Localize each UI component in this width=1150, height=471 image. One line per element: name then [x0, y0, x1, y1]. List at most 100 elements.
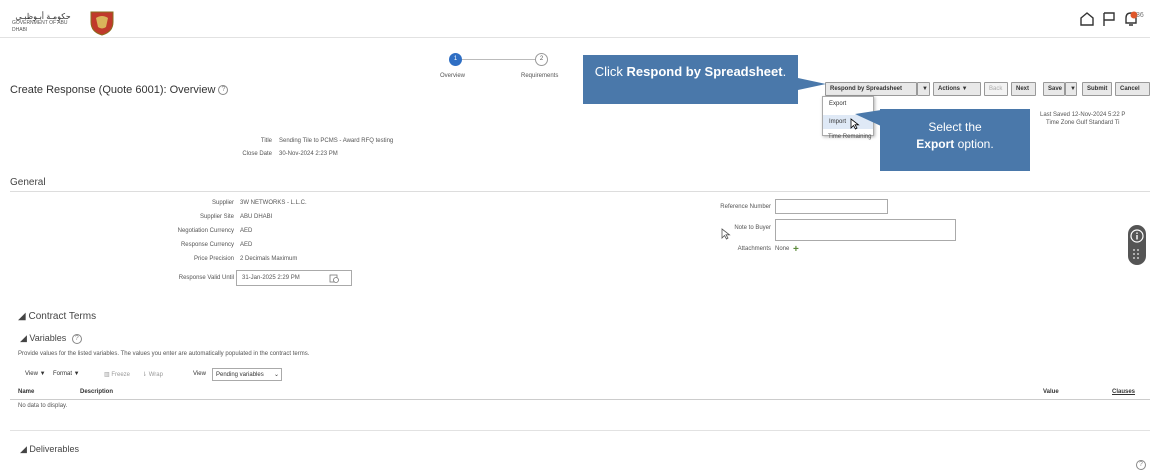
- variables-instructions: Provide values for the listed variables.…: [18, 351, 310, 357]
- negotiation-currency-label: Negotiation Currency: [177, 228, 234, 234]
- attachments-value: None: [775, 246, 790, 252]
- respond-by-spreadsheet-button[interactable]: Respond by Spreadsheet: [825, 82, 917, 96]
- add-attachment-icon[interactable]: +: [793, 244, 799, 255]
- last-saved-text: Last Saved 12-Nov-2024 5:22 P: [1040, 112, 1126, 118]
- page-help-icon[interactable]: ?: [1136, 460, 1146, 470]
- train-label-overview: Overview: [440, 73, 466, 79]
- close-date-value: 30-Nov-2024 2:23 PM: [279, 151, 338, 157]
- mouse-cursor-icon: [721, 228, 731, 240]
- flag-icon[interactable]: [1100, 10, 1118, 28]
- info-icon: [1130, 229, 1144, 243]
- last-saved-info: Last Saved 12-Nov-2024 5:22 P Time Zone …: [1040, 111, 1125, 127]
- price-precision-label: Price Precision: [193, 256, 234, 262]
- callout-export-prefix: Select the: [928, 120, 982, 134]
- page-title: Create Response (Quote 6001): Overview?: [10, 84, 229, 96]
- respond-dropdown-arrow[interactable]: ▼: [917, 82, 930, 96]
- deliverables-heading[interactable]: ◢ Deliverables: [20, 444, 79, 455]
- table-bottom-border: [10, 430, 1150, 431]
- variables-heading[interactable]: ◢ Variables ?: [20, 333, 82, 344]
- tutorial-callout-export: Select the Export option.: [880, 109, 1030, 171]
- menu-item-export[interactable]: Export: [823, 97, 873, 111]
- top-bar: [0, 0, 1150, 38]
- negotiation-currency-value: AED: [240, 228, 253, 234]
- col-description: Description: [80, 389, 114, 395]
- wrap-label: Wrap: [148, 372, 163, 378]
- tutorial-callout-respond: Click Respond by Spreadsheet.: [583, 55, 798, 104]
- home-icon[interactable]: [1078, 10, 1096, 28]
- time-remaining-label: Time Remaining: [828, 134, 872, 140]
- close-date-label: Close Date: [242, 151, 272, 157]
- response-valid-until-input[interactable]: 31-Jan-2025 2:29 PM: [236, 270, 352, 286]
- train-label-requirements: Requirements: [521, 73, 559, 79]
- calendar-clock-icon[interactable]: [329, 273, 339, 283]
- supplier-label: Supplier: [211, 200, 234, 206]
- variables-table-header: [10, 387, 1150, 400]
- col-name: Name: [18, 389, 35, 395]
- next-button[interactable]: Next: [1011, 82, 1036, 96]
- view-menu-label: View: [25, 371, 38, 377]
- variables-help-icon[interactable]: ?: [71, 333, 82, 344]
- general-heading: General: [10, 177, 46, 188]
- logo-arabic: حكومـة أبـوظبـي: [15, 12, 71, 21]
- actions-menu-button[interactable]: Actions ▼: [933, 82, 981, 96]
- save-button[interactable]: Save: [1043, 82, 1065, 96]
- grid-dots-icon: [1133, 249, 1139, 259]
- note-to-buyer-textarea[interactable]: [775, 219, 956, 241]
- callout-export-pointer: [855, 110, 881, 126]
- view-menu[interactable]: View ▼: [25, 371, 46, 377]
- callout-export-bold: Export: [916, 137, 955, 151]
- title-value: Sending Tile to PCMS - Award RFQ testing: [279, 138, 394, 144]
- format-menu-label: Format: [53, 371, 73, 377]
- general-divider: [10, 191, 1150, 192]
- respond-by-spreadsheet-label: Respond by Spreadsheet: [830, 86, 903, 92]
- response-currency-value: AED: [240, 242, 253, 248]
- falcon-emblem-icon: [90, 11, 114, 36]
- train-step-overview[interactable]: 1: [449, 53, 462, 66]
- attachments-label: Attachments: [737, 246, 771, 252]
- supplier-value: 3W NETWORKS - L.L.C.: [240, 200, 307, 206]
- supplier-site-value: ABU DHABI: [240, 214, 273, 220]
- response-currency-label: Response Currency: [180, 242, 234, 248]
- col-value: Value: [1043, 389, 1059, 395]
- help-icon[interactable]: ?: [218, 85, 229, 96]
- no-data-message: No data to display.: [18, 403, 68, 409]
- callout-export-suffix: option.: [954, 137, 994, 151]
- reference-number-input[interactable]: [775, 199, 888, 214]
- contract-terms-title: Contract Terms: [28, 311, 97, 322]
- page-title-text: Create Response (Quote 6001): Overview: [10, 84, 216, 96]
- train-connector: [455, 59, 545, 60]
- logo-text: حكومـة أبـوظبـي GOVERNMENT OF ABU DHABI: [12, 13, 74, 34]
- view-filter-value: Pending variables: [216, 372, 264, 378]
- callout-respond-suffix: .: [782, 64, 787, 79]
- cancel-button[interactable]: Cancel: [1115, 82, 1150, 96]
- logo-english: GOVERNMENT OF ABU DHABI: [12, 20, 68, 33]
- save-dropdown-arrow[interactable]: ▼: [1065, 82, 1077, 96]
- callout-respond-bold: Respond by Spreadsheet: [626, 64, 783, 79]
- price-precision-value: 2 Decimals Maximum: [240, 256, 298, 262]
- submit-button[interactable]: Submit: [1082, 82, 1112, 96]
- reference-number-label: Reference Number: [720, 204, 771, 210]
- view-filter-select[interactable]: Pending variables ⌄: [212, 368, 282, 381]
- actions-label: Actions: [938, 86, 961, 92]
- freeze-button[interactable]: ▥ Freeze: [104, 371, 130, 378]
- response-valid-until-value: 31-Jan-2025 2:29 PM: [242, 275, 300, 281]
- note-to-buyer-label: Note to Buyer: [734, 225, 771, 231]
- floating-assistant-button[interactable]: [1128, 225, 1146, 265]
- response-valid-label: Response Valid Until: [178, 275, 234, 281]
- view-filter-label: View: [193, 371, 206, 377]
- callout-respond-pointer: [798, 78, 826, 90]
- time-zone-text: Time Zone Gulf Standard Ti: [1046, 120, 1120, 126]
- title-label: Title: [260, 138, 272, 144]
- wrap-button[interactable]: ⇂ Wrap: [142, 371, 163, 378]
- supplier-site-label: Supplier Site: [199, 214, 234, 220]
- freeze-label: Freeze: [111, 372, 131, 378]
- contract-terms-heading[interactable]: ◢ Contract Terms: [18, 311, 96, 322]
- deliverables-title: Deliverables: [29, 444, 79, 454]
- user-menu[interactable]: 36: [1136, 12, 1144, 19]
- train-step-requirements[interactable]: 2: [535, 53, 548, 66]
- variables-title: Variables: [29, 333, 67, 343]
- col-clauses[interactable]: Clauses: [1112, 389, 1135, 395]
- callout-respond-prefix: Click: [594, 64, 627, 79]
- format-menu[interactable]: Format ▼: [53, 371, 80, 377]
- back-button[interactable]: Back: [984, 82, 1008, 96]
